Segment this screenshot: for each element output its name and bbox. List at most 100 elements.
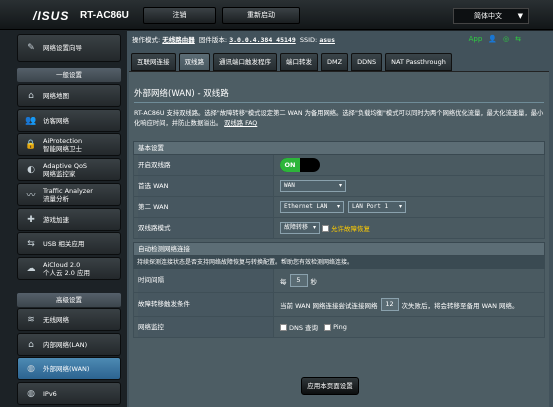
asus-logo: /ISUS (33, 9, 70, 23)
monitor-label: 网络监控 (138, 317, 274, 337)
primary-wan-select[interactable]: WAN ▾ (280, 180, 346, 192)
gamepad-icon: ✚ (27, 214, 35, 225)
dual-wan-mode-select[interactable]: 故障转移 ▾ (280, 222, 320, 234)
logout-button[interactable]: 注销 (143, 7, 216, 24)
primary-wan-row: 首选 WAN WAN ▾ (133, 176, 545, 197)
language-label: 简体中文 (474, 12, 502, 20)
toggle-on-label: ON (280, 158, 300, 172)
internet-status-icon[interactable]: ◎ (503, 35, 509, 43)
dns-query-label: DNS 查询 (289, 324, 319, 332)
sidebar-item-label: AiCloud 2.0 个人云 2.0 应用 (43, 260, 90, 277)
wizard-icon: ✎ (27, 43, 35, 53)
wifi-icon: ≋ (27, 314, 35, 325)
sidebar-item-lan[interactable]: ⌂ 内部网络(LAN) (17, 333, 121, 356)
sidebar-item-network-map[interactable]: ⌂ 网络地图 (17, 84, 121, 107)
network-monitor-row: 网络监控 DNS 查询 Ping (133, 317, 545, 338)
failover-suffix: 次失败后，将会转移至备用 WAN 网络。 (401, 301, 519, 310)
page-title: 外部网络(WAN) - 双线路 (134, 89, 229, 99)
tab-bar: 互联网连接 双线路 通讯端口触发程序 端口转发 DMZ DDNS NAT Passthrou… (131, 53, 452, 71)
secondary-wan-port-select[interactable]: LAN Port 1 ▾ (348, 201, 406, 213)
sidebar-item-usb[interactable]: ⇆ USB 相关应用 (17, 232, 121, 255)
sidebar-item-label: IPv6 (43, 389, 57, 398)
sidebar-item-shield[interactable]: 🔒 AiProtection 智能网络卫士 (17, 133, 121, 156)
sidebar-item-ipv6[interactable]: ◍ IPv6 (17, 382, 121, 405)
failover-row: 故障转移触发条件 当前 WAN 网络连接尝试连接网络 12 次失败后，将会转移至… (133, 293, 545, 317)
sidebar-item-label: USB 相关应用 (43, 239, 85, 248)
sidebar-item-traffic-analyzer[interactable]: 〰 Traffic Analyzer 流量分析 (17, 183, 121, 206)
tab-3[interactable]: 端口转发 (280, 53, 318, 71)
mode-label: 操作模式: (132, 36, 161, 44)
status-bar: 操作模式: 无线路由器 固件版本: 3.0.0.4.384_45149 SSID… (132, 34, 335, 44)
sidebar-item-qos[interactable]: ◐ Adaptive QoS 网络监控家 (17, 158, 121, 181)
sidebar-item-globe[interactable]: ◍ 外部网络(WAN) (17, 357, 121, 380)
usb-icon: ⇆ (27, 238, 35, 249)
page-description: RT-AC86U 支持双线路。选择"故障转移"模式设定第二 WAN 为备用网络。… (134, 109, 544, 129)
lan-icon: ⌂ (28, 339, 34, 350)
dns-query-checkbox[interactable] (280, 323, 287, 331)
divider (134, 102, 544, 103)
user-icon[interactable]: 👤 (488, 35, 497, 43)
secondary-wan-row: 第二 WAN Ethernet LAN ▾ LAN Port 1 ▾ (133, 197, 545, 218)
chevron-down-icon: ▾ (336, 203, 340, 210)
tab-4[interactable]: DMZ (321, 53, 349, 71)
ssid-label: SSID: (299, 36, 318, 44)
sidebar-item-cloud[interactable]: ☁ AiCloud 2.0 个人云 2.0 应用 (17, 257, 121, 280)
guest-network-icon: 👥 (25, 115, 37, 126)
sidebar-item-label: 内部网络(LAN) (43, 340, 88, 349)
apply-button[interactable]: 应用本页面设置 (301, 377, 359, 395)
tab-6[interactable]: NAT Passthrough (385, 53, 452, 71)
secondary-wan-type-select[interactable]: Ethernet LAN ▾ (280, 201, 344, 213)
secondary-wan-port-value: LAN Port 1 (352, 203, 389, 210)
sidebar-item-label: 无线网络 (43, 315, 69, 324)
failover-label: 故障转移触发条件 (138, 293, 274, 316)
sidebar-item-label: 网络设置向导 (43, 44, 82, 52)
primary-wan-label: 首选 WAN (138, 176, 274, 196)
globe-icon: ◍ (27, 363, 35, 374)
main-panel: 操作模式: 无线路由器 固件版本: 3.0.0.4.384_45149 SSID… (127, 31, 553, 407)
content-area: 外部网络(WAN) - 双线路 RT-AC86U 支持双线路。选择"故障转移"模… (129, 71, 549, 407)
sidebar-item-label: Adaptive QoS 网络监控家 (43, 161, 88, 178)
sidebar-item-guest-network[interactable]: 👥 访客网络 (17, 109, 121, 132)
shield-icon: 🔒 (25, 139, 37, 150)
app-icon[interactable]: App (469, 35, 483, 43)
tab-1[interactable]: 双线路 (178, 53, 210, 71)
router-model: RT-AC86U (80, 10, 129, 21)
mode-value[interactable]: 无线路由器 (162, 36, 195, 44)
status-icons: App 👤 ◎ ⇆ (469, 35, 521, 43)
interval-label: 时间间隔 (138, 269, 274, 292)
failover-input[interactable]: 12 (380, 298, 399, 311)
firmware-value[interactable]: 3.0.0.4.384_45149 (229, 36, 296, 44)
sidebar-item-label: 网络地图 (43, 91, 69, 100)
advanced-heading: 高级设置 (17, 293, 121, 307)
tab-2[interactable]: 通讯端口触发程序 (213, 53, 277, 71)
ping-checkbox[interactable] (324, 323, 332, 331)
interval-unit: 秒 (310, 277, 318, 286)
network-map-icon: ⌂ (28, 90, 34, 101)
chevron-down-icon: ▾ (312, 224, 316, 231)
general-heading: 一般设置 (17, 68, 121, 82)
interval-input[interactable]: 5 (289, 274, 308, 287)
sidebar-item-quick-setup[interactable]: ✎ 网络设置向导 (17, 34, 121, 62)
sidebar-item-label: 访客网络 (43, 116, 69, 125)
dual-wan-mode-row: 双线路模式 故障转移 ▾ 允许故障恢复 (133, 218, 545, 239)
interval-prefix: 每 (280, 277, 287, 286)
sidebar-item-gamepad[interactable]: ✚ 游戏加速 (17, 208, 121, 231)
tab-0[interactable]: 互联网连接 (131, 53, 176, 71)
sidebar-item-label: Traffic Analyzer 流量分析 (43, 186, 93, 203)
tab-5[interactable]: DDNS (351, 53, 383, 71)
failback-checkbox[interactable] (322, 224, 329, 232)
sidebar-item-wifi[interactable]: ≋ 无线网络 (17, 308, 121, 331)
top-bar: /ISUS RT-AC86U 注销 重新启动 简体中文 ▼ (0, 0, 553, 30)
basic-settings-heading: 基本设置 (133, 141, 545, 155)
usb-status-icon[interactable]: ⇆ (515, 35, 521, 43)
faq-link[interactable]: 双线路 FAQ (224, 120, 257, 127)
auto-detect-note: 持续探测连接状态是否支持网络故障恢复与转换配置。帮助您有效检测网络连接。 (133, 256, 545, 269)
language-select[interactable]: 简体中文 ▼ (453, 8, 529, 24)
secondary-wan-type-value: Ethernet LAN (284, 203, 328, 210)
reboot-button[interactable]: 重新启动 (222, 7, 300, 24)
qos-icon: ◐ (27, 164, 35, 175)
ssid-value[interactable]: asus (319, 36, 335, 44)
cloud-icon: ☁ (26, 263, 36, 274)
failback-label: 允许故障恢复 (331, 225, 370, 233)
dual-wan-toggle[interactable]: ON (280, 158, 320, 172)
